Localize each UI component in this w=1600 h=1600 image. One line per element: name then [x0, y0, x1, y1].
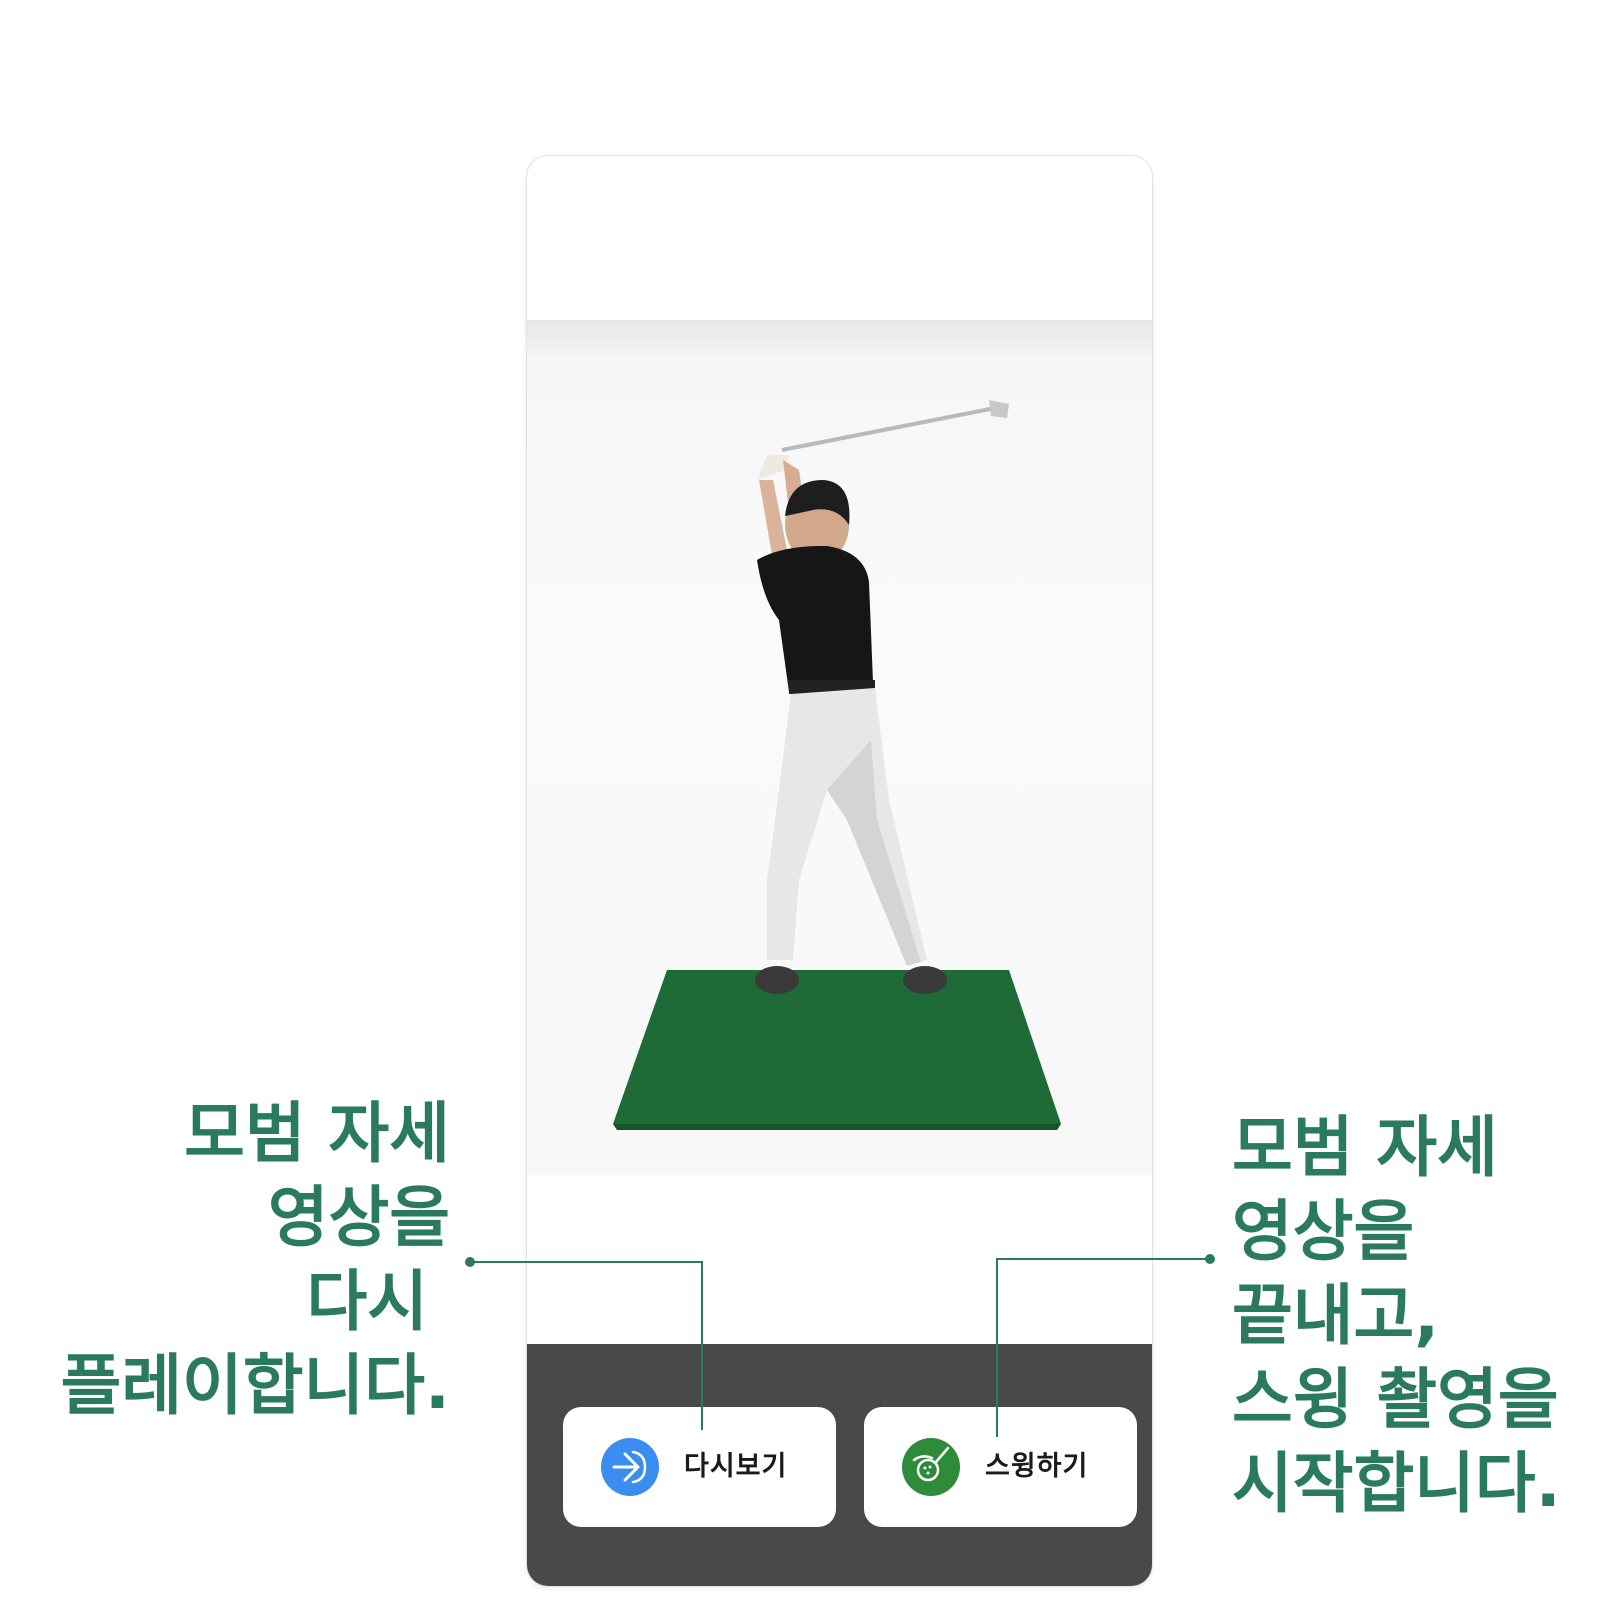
annotation-line: 영상을	[267, 1179, 450, 1256]
annotation-line: 영상을	[1232, 1193, 1415, 1270]
right-connector-line	[996, 1258, 1210, 1437]
annotation-line: 플레이합니다.	[60, 1347, 450, 1424]
annotation-line: 시작합니다.	[1232, 1445, 1561, 1522]
annotation-line: 끝내고,	[1232, 1277, 1440, 1354]
annotation-line: 모범 자세	[184, 1095, 450, 1172]
annotation-line: 스윙 촬영을	[1232, 1361, 1559, 1438]
screen: 다시보기 스윙하기 모범 자세 영상을 다시 플레이합니다. 모범 자세 영상을…	[0, 0, 1600, 1600]
replay-annotation: 모범 자세 영상을 다시 플레이합니다.	[20, 1092, 450, 1428]
swing-annotation: 모범 자세 영상을 끝내고, 스윙 촬영을 시작합니다.	[1232, 1106, 1561, 1526]
left-connector-line	[470, 1261, 703, 1430]
annotation-line: 모범 자세	[1232, 1109, 1498, 1186]
annotation-line: 다시	[306, 1263, 428, 1340]
